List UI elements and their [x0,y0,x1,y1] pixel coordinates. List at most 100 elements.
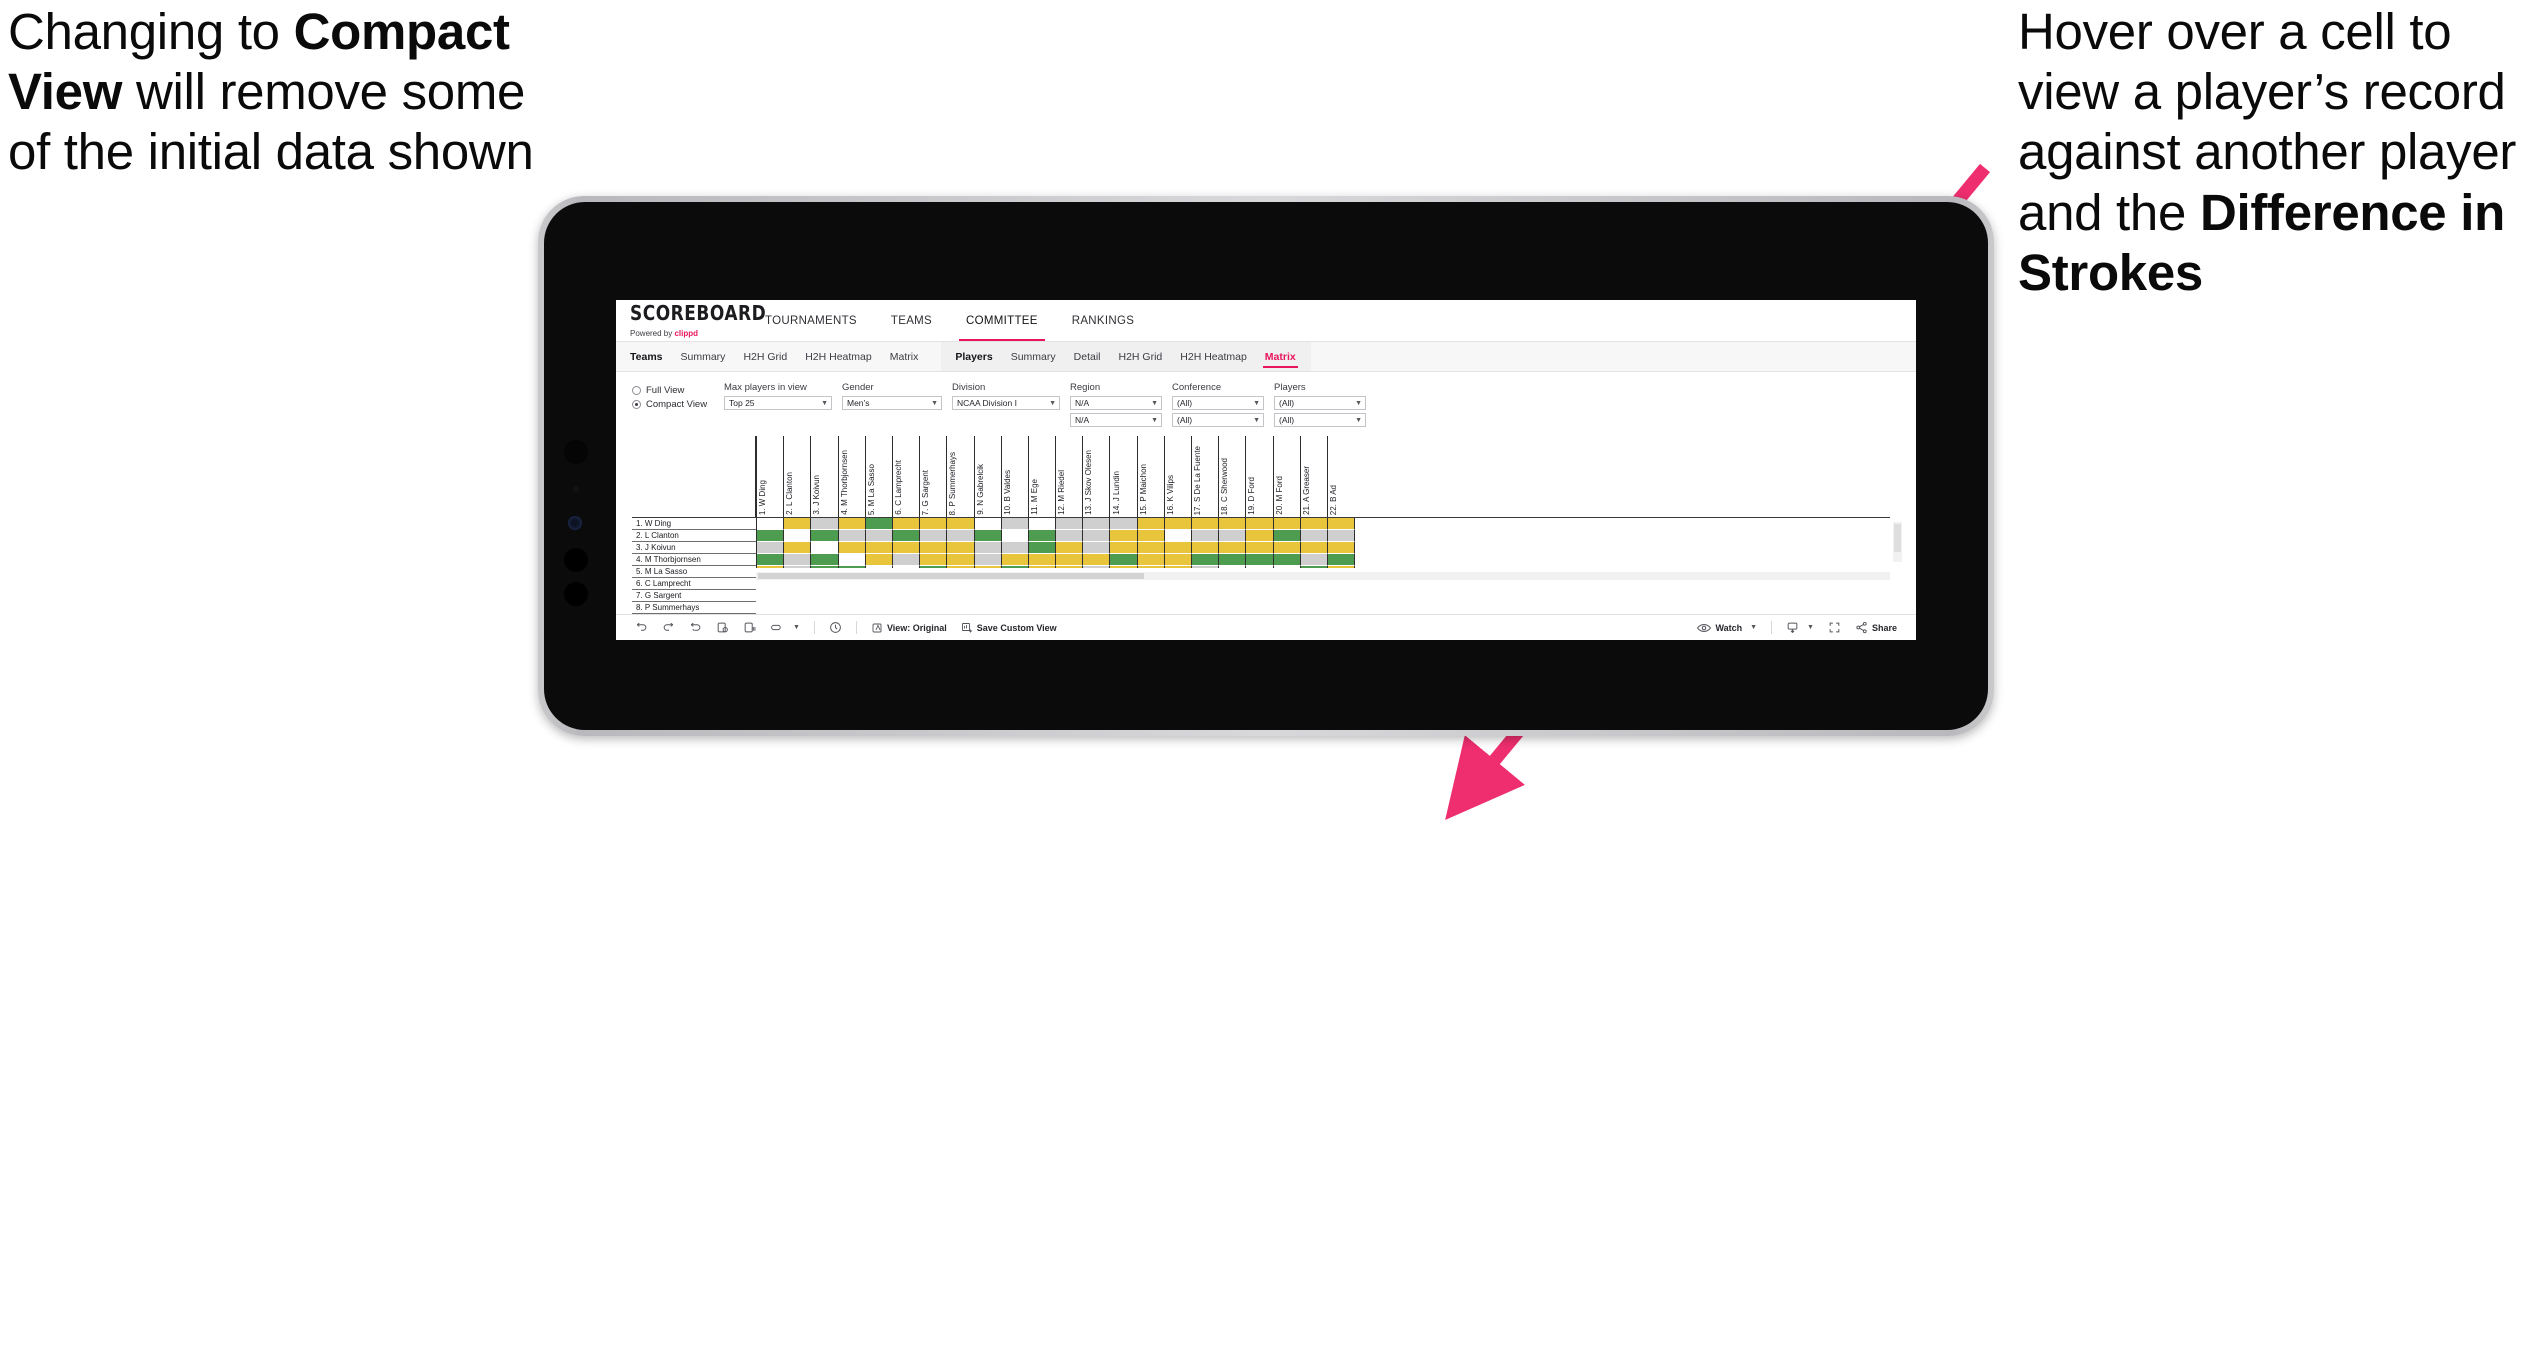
subnav-item-summary[interactable]: Summary [1002,342,1065,371]
matrix-cell[interactable] [947,530,975,543]
matrix-cell[interactable] [1192,530,1220,543]
fullscreen-button[interactable] [1821,621,1848,634]
matrix-cell[interactable] [1192,566,1220,568]
matrix-cell[interactable] [1300,566,1328,568]
matrix-cell[interactable] [838,530,866,543]
matrix-cell[interactable] [1273,554,1301,567]
matrix-cell[interactable] [811,542,839,555]
pause-button[interactable] [736,621,763,634]
players-select-1[interactable]: (All) ▼ [1274,396,1366,410]
matrix-cell[interactable] [1028,542,1057,555]
matrix-cell[interactable] [811,566,839,568]
matrix-cell[interactable] [920,566,948,568]
matrix-cell[interactable] [1300,518,1328,531]
subnav-item-players[interactable]: Players [941,342,1001,371]
matrix-cell[interactable] [1327,566,1356,568]
matrix-cell[interactable] [1219,518,1247,531]
clock-button[interactable] [822,621,849,634]
matrix-cell[interactable] [1056,518,1084,531]
matrix-cell[interactable] [838,542,866,555]
matrix-cell[interactable] [1246,542,1274,555]
matrix-cell[interactable] [865,542,893,555]
matrix-cell[interactable] [757,566,785,568]
max-players-select[interactable]: Top 25 ▼ [724,396,832,410]
matrix-cell[interactable] [1056,542,1084,555]
matrix-cell[interactable] [784,530,812,543]
region-select-2[interactable]: N/A ▼ [1070,413,1162,427]
topnav-item-rankings[interactable]: RANKINGS [1055,300,1151,341]
subnav-item-h2h-heatmap[interactable]: H2H Heatmap [796,342,881,371]
matrix-cell[interactable] [974,518,1002,531]
matrix-cell[interactable] [947,542,975,555]
redo-button[interactable] [655,621,682,634]
matrix-cell[interactable] [784,566,812,568]
download-button[interactable]: ▼ [1779,621,1821,634]
matrix-cell[interactable] [1327,542,1356,555]
matrix-cell[interactable] [865,566,893,568]
matrix-cell[interactable] [1001,518,1029,531]
matrix-cell[interactable] [1001,566,1029,568]
matrix-cell[interactable] [1083,530,1111,543]
matrix-cell[interactable] [1137,518,1165,531]
matrix-cell[interactable] [1327,518,1356,531]
matrix-cell[interactable] [1028,530,1057,543]
matrix-cell[interactable] [1300,542,1328,555]
subnav-item-h2h-heatmap[interactable]: H2H Heatmap [1171,342,1256,371]
matrix-cell[interactable] [1164,518,1192,531]
highlight-dropdown-button[interactable]: ▼ [763,621,807,634]
matrix-cell[interactable] [1192,518,1220,531]
subnav-item-h2h-grid[interactable]: H2H Grid [1110,342,1172,371]
matrix-cell[interactable] [1110,566,1138,568]
matrix-cell[interactable] [1056,566,1084,568]
topnav-item-tournaments[interactable]: TOURNAMENTS [748,300,874,341]
gender-select[interactable]: Men’s ▼ [842,396,942,410]
refresh-button[interactable] [709,621,736,634]
topnav-item-committee[interactable]: COMMITTEE [949,300,1055,341]
conference-select-1[interactable]: (All) ▼ [1172,396,1264,410]
matrix-cell[interactable] [892,518,921,531]
revert-button[interactable] [682,621,709,634]
matrix-cell[interactable] [838,554,866,567]
matrix-cell[interactable] [1300,554,1328,567]
matrix-cell[interactable] [1028,554,1057,567]
matrix-cell[interactable] [757,530,785,543]
matrix-cell[interactable] [1001,530,1029,543]
matrix-cell[interactable] [1083,554,1111,567]
subnav-item-matrix[interactable]: Matrix [1256,342,1305,371]
matrix-cell[interactable] [811,554,839,567]
matrix-cell[interactable] [1273,566,1301,568]
matrix-cell[interactable] [811,518,839,531]
view-original-button[interactable]: View: Original [864,622,954,634]
matrix-cell[interactable] [757,518,785,531]
matrix-cell[interactable] [974,542,1002,555]
matrix-cell[interactable] [757,554,785,567]
matrix-cell[interactable] [1273,518,1301,531]
matrix-cell[interactable] [947,518,975,531]
matrix-cell[interactable] [784,518,812,531]
matrix-cell[interactable] [1327,530,1356,543]
radio-compact-view-icon[interactable] [632,400,641,409]
subnav-item-matrix[interactable]: Matrix [881,342,928,371]
matrix-cell[interactable] [1192,554,1220,567]
matrix-cell[interactable] [1164,554,1192,567]
matrix-cell[interactable] [1192,542,1220,555]
matrix-cell[interactable] [892,566,921,568]
vertical-scrollbar[interactable] [1893,522,1902,562]
matrix-cell[interactable] [1110,542,1138,555]
matrix-cell[interactable] [784,554,812,567]
matrix-cell[interactable] [1246,518,1274,531]
matrix-cell[interactable] [1137,554,1165,567]
matrix-cell[interactable] [1083,566,1111,568]
matrix-cell[interactable] [1137,566,1165,568]
matrix-cell[interactable] [974,554,1002,567]
matrix-cell[interactable] [1164,566,1192,568]
matrix-cell[interactable] [974,530,1002,543]
matrix-cell[interactable] [1273,530,1301,543]
matrix-cell[interactable] [1001,554,1029,567]
side-button-top[interactable] [564,548,588,572]
horizontal-scrollbar[interactable] [756,572,1890,580]
matrix-cell[interactable] [974,566,1002,568]
matrix-cell[interactable] [920,554,948,567]
matrix-cell[interactable] [1246,530,1274,543]
subnav-item-teams[interactable]: Teams [616,342,672,371]
